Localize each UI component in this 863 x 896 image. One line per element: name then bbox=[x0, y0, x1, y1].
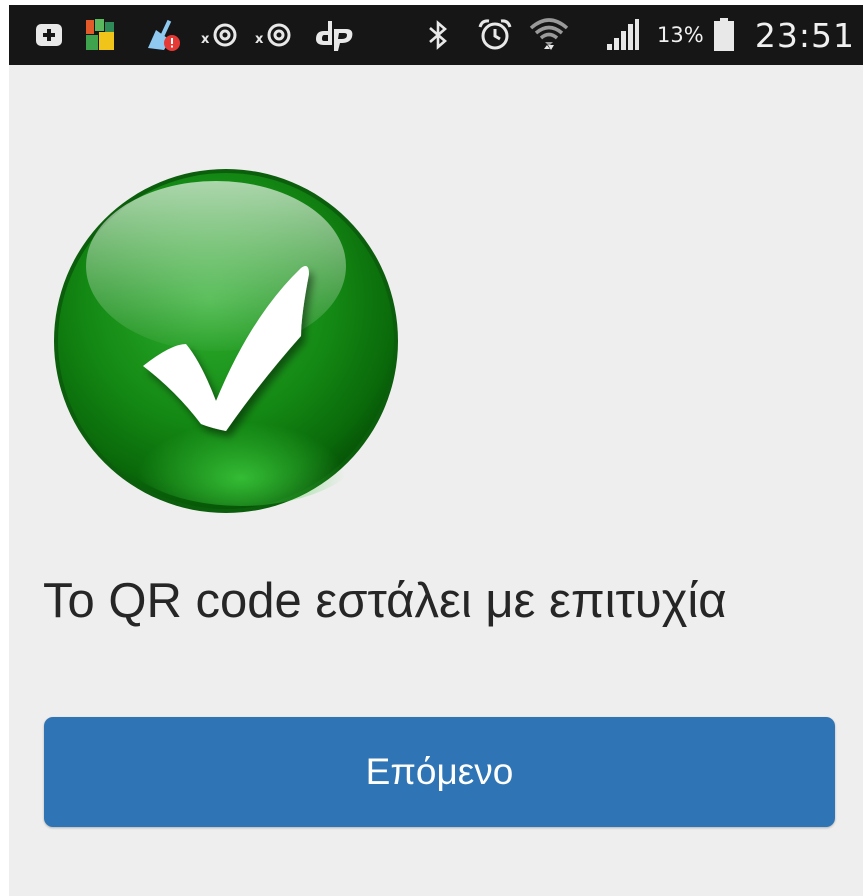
add-box-icon bbox=[31, 5, 67, 65]
alarm-clock-icon bbox=[475, 5, 515, 65]
battery-percent: 13% bbox=[657, 23, 704, 47]
next-button[interactable]: Επόμενο bbox=[44, 717, 835, 827]
clock: 23:51 bbox=[754, 15, 855, 55]
svg-text:x: x bbox=[201, 32, 210, 47]
volume-icon: x bbox=[253, 5, 297, 65]
success-message: Το QR code εστάλει με επιτυχία bbox=[43, 574, 727, 628]
bluetooth-icon bbox=[423, 5, 453, 65]
wifi-icon bbox=[527, 5, 571, 65]
volume-icon: x bbox=[199, 5, 243, 65]
cellular-signal-icon bbox=[603, 5, 643, 65]
svg-text:x: x bbox=[255, 32, 264, 47]
app-thumbnail-icon bbox=[83, 5, 117, 65]
app-screen: x x 13% 23:51 Το QR code εστάλει με επιτ… bbox=[9, 5, 863, 896]
success-check-icon bbox=[51, 166, 401, 516]
dp-app-icon bbox=[311, 5, 357, 65]
status-bar: x x 13% 23:51 bbox=[9, 5, 863, 65]
battery-icon bbox=[711, 5, 737, 65]
cleaner-alert-icon bbox=[143, 5, 183, 65]
